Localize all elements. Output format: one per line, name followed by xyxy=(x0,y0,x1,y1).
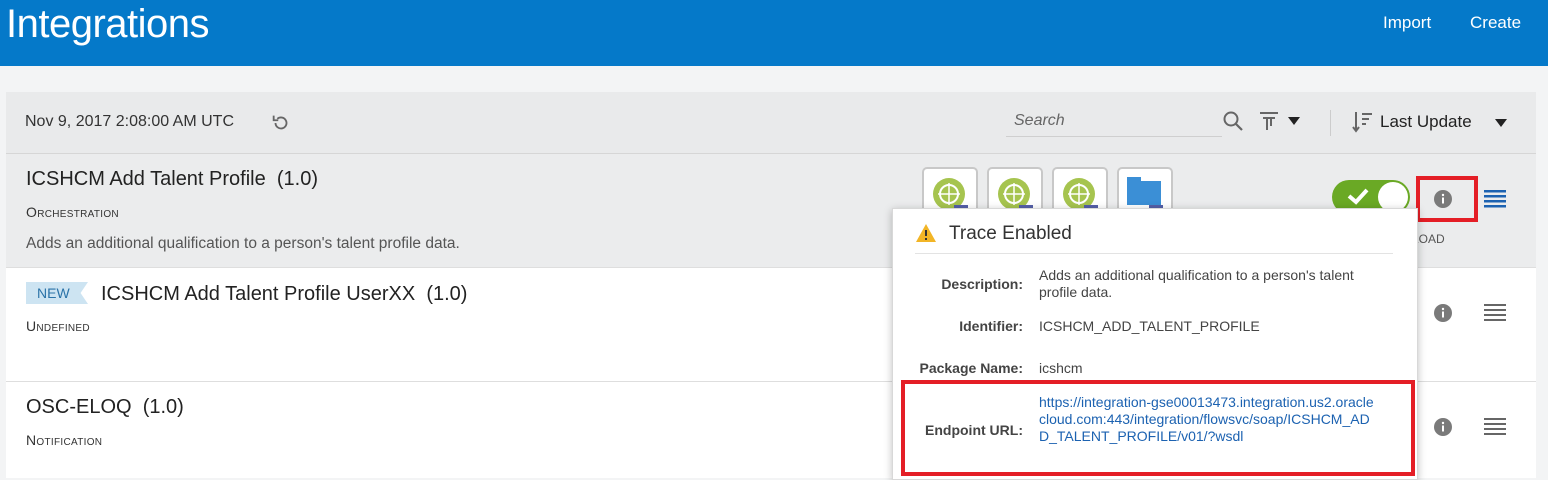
popup-header: Trace Enabled xyxy=(915,223,1393,254)
warning-icon xyxy=(916,224,936,242)
sort-dropdown-icon[interactable] xyxy=(1494,118,1508,128)
sort-select[interactable]: Last Update xyxy=(1380,112,1472,132)
filter-icon[interactable] xyxy=(1258,110,1280,132)
hamburger-menu-icon[interactable] xyxy=(1484,304,1506,322)
info-icon[interactable] xyxy=(1434,418,1452,436)
sort-icon[interactable] xyxy=(1352,110,1374,134)
search-icon[interactable] xyxy=(1222,110,1244,132)
package-name-value: icshcm xyxy=(1039,360,1083,376)
integration-type: Orchestration xyxy=(26,204,119,220)
integration-type: Notification xyxy=(26,432,103,448)
identifier-label: Identifier: xyxy=(959,318,1023,334)
description-value: Adds an additional qualification to a pe… xyxy=(1039,267,1354,300)
toolbar-divider xyxy=(1330,110,1331,136)
list-toolbar: Nov 9, 2017 2:08:00 AM UTC Search Last U… xyxy=(6,92,1536,154)
check-icon xyxy=(1347,188,1369,205)
description-label: Description: xyxy=(941,276,1023,292)
package-name-label: Package Name: xyxy=(919,360,1023,376)
integration-type: Undefined xyxy=(26,318,90,334)
popup-title: Trace Enabled xyxy=(949,223,1072,244)
info-icon[interactable] xyxy=(1434,304,1452,322)
filter-dropdown-icon[interactable] xyxy=(1287,116,1301,126)
search-box[interactable] xyxy=(1006,106,1222,137)
hamburger-menu-icon[interactable] xyxy=(1484,418,1506,436)
hamburger-menu-icon[interactable] xyxy=(1484,190,1506,208)
integration-name[interactable]: OSC-ELOQ (1.0) xyxy=(26,396,184,419)
page-title: Integrations xyxy=(6,2,210,46)
top-header: Integrations Import Create xyxy=(0,0,1548,66)
last-refresh-timestamp: Nov 9, 2017 2:08:00 AM UTC xyxy=(25,113,234,130)
search-input[interactable] xyxy=(1012,109,1216,133)
highlight-box xyxy=(901,380,1415,476)
import-button[interactable]: Import xyxy=(1383,13,1431,33)
highlight-box xyxy=(1416,176,1478,222)
identifier-value: ICSHCM_ADD_TALENT_PROFILE xyxy=(1039,318,1260,334)
integration-description: Adds an additional qualification to a pe… xyxy=(26,235,460,252)
integration-name[interactable]: ICSHCM Add Talent Profile (1.0) xyxy=(26,168,318,191)
integration-name[interactable]: ICSHCM Add Talent Profile UserXX (1.0) xyxy=(101,283,467,306)
create-button[interactable]: Create xyxy=(1470,13,1521,33)
new-badge: NEW xyxy=(26,282,88,304)
refresh-icon[interactable] xyxy=(270,112,292,134)
